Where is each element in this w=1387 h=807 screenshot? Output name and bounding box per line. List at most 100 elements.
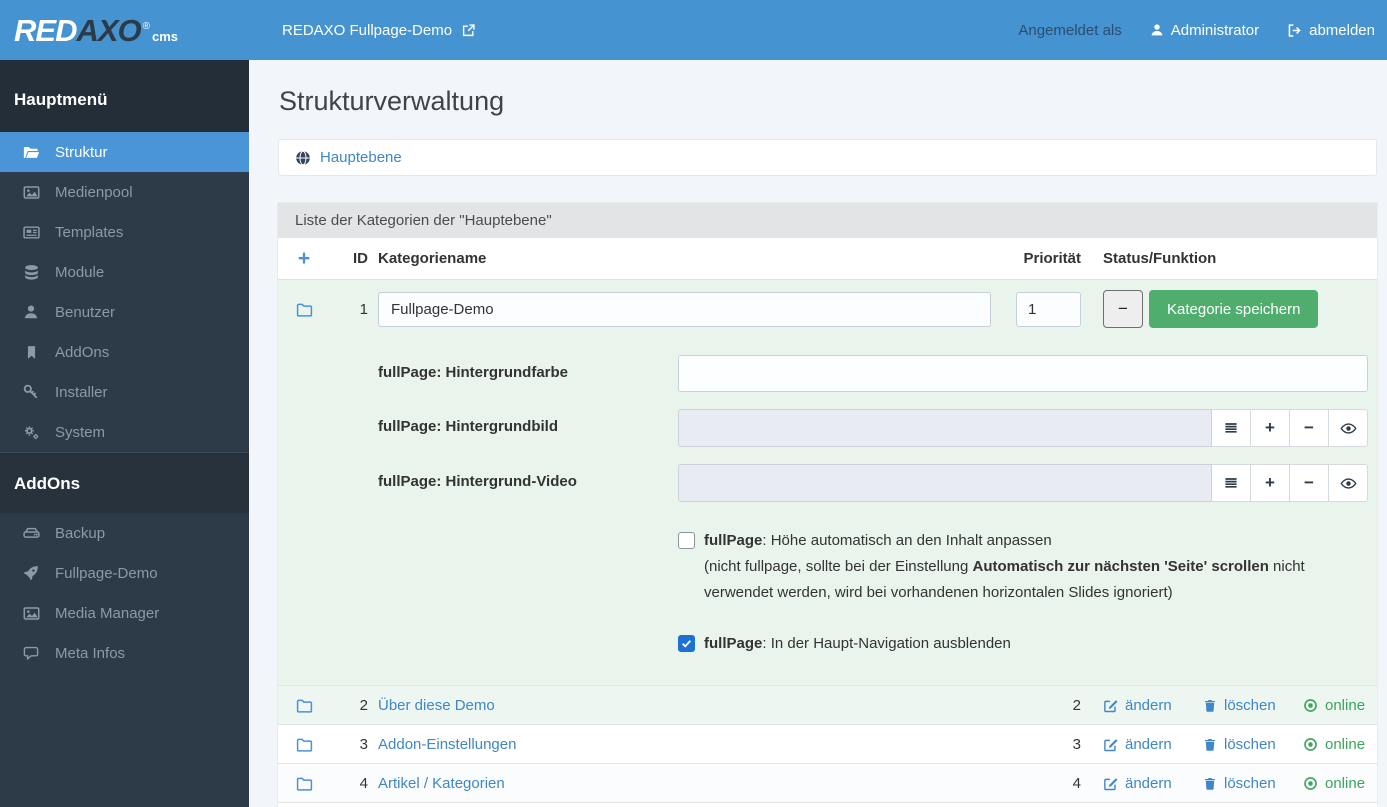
delete-link[interactable]: löschen [1203, 736, 1303, 753]
sidebar-item-fullpage-demo[interactable]: Fullpage-Demo [0, 553, 249, 593]
sidebar-item-label: System [55, 423, 106, 441]
sidebar-item-media-manager[interactable]: Media Manager [0, 593, 249, 633]
background-color-input[interactable] [678, 355, 1368, 392]
user-menu[interactable]: Administrator [1150, 22, 1259, 39]
field-row-background-color: fullPage: Hintergrundfarbe [278, 355, 1377, 392]
sidebar-item-label: Installer [55, 383, 108, 401]
row-priority: 2 [1072, 696, 1081, 714]
row-priority: 3 [1072, 735, 1081, 753]
row-priority: 4 [1072, 774, 1081, 792]
media-view-button[interactable] [1329, 464, 1368, 502]
sidebar-item-meta-infos[interactable]: Meta Infos [0, 633, 249, 673]
field-row-background-video: fullPage: Hintergrund-Video + − [278, 464, 1377, 502]
gears-icon [21, 424, 41, 441]
page-title: Strukturverwaltung [279, 86, 505, 116]
sidebar-item-benutzer[interactable]: Benutzer [0, 292, 249, 332]
panel-title: Liste der Kategorien der "Hauptebene" [278, 203, 1377, 238]
main-content: Strukturverwaltung Hauptebene Liste der … [249, 60, 1387, 807]
logged-in-label: Angemeldet als [1018, 21, 1122, 39]
site-link-label: REDAXO Fullpage-Demo [282, 21, 453, 39]
sidebar-item-label: Meta Infos [55, 644, 126, 662]
edit-icon [1104, 738, 1118, 751]
edit-link[interactable]: ändern [1103, 697, 1203, 714]
edit-link[interactable]: ändern [1103, 775, 1203, 792]
dot-circle-icon [1304, 737, 1317, 751]
category-link[interactable]: Artikel / Kategorien [378, 775, 505, 792]
delete-link[interactable]: löschen [1203, 775, 1303, 792]
delete-link[interactable]: löschen [1203, 697, 1303, 714]
media-remove-button[interactable]: − [1290, 464, 1329, 502]
sidebar-item-module[interactable]: Module [0, 252, 249, 292]
sidebar-item-label: Media Manager [55, 604, 160, 622]
category-panel: Liste der Kategorien der "Hauptebene" + … [278, 203, 1377, 807]
external-link-icon [461, 23, 476, 38]
logout-button[interactable]: abmelden [1287, 22, 1375, 39]
site-frontend-link[interactable]: REDAXO Fullpage-Demo [282, 22, 476, 39]
category-link[interactable]: Über diese Demo [378, 697, 495, 714]
logo-registered-mark: ® [142, 20, 151, 32]
trash-icon [1204, 738, 1216, 751]
breadcrumb-root-link[interactable]: Hauptebene [320, 149, 402, 166]
media-add-button[interactable]: + [1251, 409, 1290, 447]
user-icon [21, 304, 41, 320]
logo-cms: cms [152, 28, 179, 44]
sidebar-item-label: Backup [55, 524, 106, 542]
sidebar-item-templates[interactable]: Templates [0, 212, 249, 252]
folder-icon [296, 301, 313, 318]
database-icon [21, 264, 41, 281]
collapse-metadata-button[interactable]: − [1103, 290, 1143, 328]
logo-axo: AXO [76, 12, 141, 48]
user-name: Administrator [1170, 21, 1260, 39]
category-edit-area: 1 − Kategorie speichern fullPage: Hinter… [278, 279, 1377, 685]
auto-height-checkbox[interactable] [678, 532, 695, 549]
status-online-link[interactable]: online [1303, 775, 1365, 792]
folder-icon[interactable] [296, 697, 313, 714]
sidebar-item-medienpool[interactable]: Medienpool [0, 172, 249, 212]
newspaper-icon [21, 224, 41, 241]
sidebar-item-backup[interactable]: Backup [0, 513, 249, 553]
edit-link[interactable]: ändern [1103, 736, 1203, 753]
status-online-link[interactable]: online [1303, 697, 1365, 714]
edit-icon [1104, 777, 1118, 790]
media-add-button[interactable]: + [1251, 464, 1290, 502]
column-header-status: Status/Funktion [1103, 250, 1217, 267]
sidebar-item-label: Struktur [55, 143, 108, 161]
checkbox-label: fullPage: Höhe automatisch an den Inhalt… [704, 532, 1052, 549]
category-link[interactable]: Addon-Einstellungen [378, 736, 516, 753]
user-icon [1150, 23, 1164, 37]
edit-icon [1104, 699, 1118, 712]
sidebar-item-system[interactable]: System [0, 412, 249, 452]
field-label: fullPage: Hintergrund-Video [378, 473, 577, 490]
row-id: 3 [359, 735, 368, 753]
background-image-input[interactable] [678, 409, 1212, 447]
sidebar-item-addons[interactable]: AddOns [0, 332, 249, 372]
checkbox-row-hide-navigation: fullPage: In der Haupt-Navigation ausble… [278, 631, 1377, 657]
media-list-button[interactable] [1212, 409, 1251, 447]
logo-red: RED [14, 12, 77, 48]
folder-icon[interactable] [296, 736, 313, 753]
table-row: 5 Inhaltselemente 5 ändern löschen onlin… [278, 802, 1377, 807]
eye-icon [1339, 422, 1357, 434]
redaxo-app: RED AXO ® cms REDAXO Fullpage-Demo Angemeld… [0, 0, 1387, 807]
checkbox-label: fullPage: In der Haupt-Navigation ausble… [704, 635, 1011, 652]
rocket-icon [21, 565, 41, 581]
media-view-button[interactable] [1329, 409, 1368, 447]
globe-icon [295, 150, 311, 166]
priority-input[interactable] [1016, 291, 1081, 327]
folder-icon[interactable] [296, 775, 313, 792]
status-online-link[interactable]: online [1303, 736, 1365, 753]
dot-circle-icon [1304, 698, 1317, 712]
sidebar-item-struktur[interactable]: Struktur [0, 132, 249, 172]
hide-navigation-checkbox[interactable] [678, 635, 695, 652]
sidebar-item-installer[interactable]: Installer [0, 372, 249, 412]
addons-menu-header: AddOns [0, 452, 249, 513]
sidebar-item-label: Benutzer [55, 303, 116, 321]
redaxo-logo[interactable]: RED AXO ® cms [0, 15, 249, 46]
save-category-button[interactable]: Kategorie speichern [1149, 290, 1319, 328]
background-video-input[interactable] [678, 464, 1212, 502]
media-remove-button[interactable]: − [1290, 409, 1329, 447]
category-name-input[interactable] [378, 291, 991, 327]
add-category-button[interactable]: + [298, 248, 310, 269]
field-label: fullPage: Hintergrundfarbe [378, 364, 569, 381]
media-list-button[interactable] [1212, 464, 1251, 502]
